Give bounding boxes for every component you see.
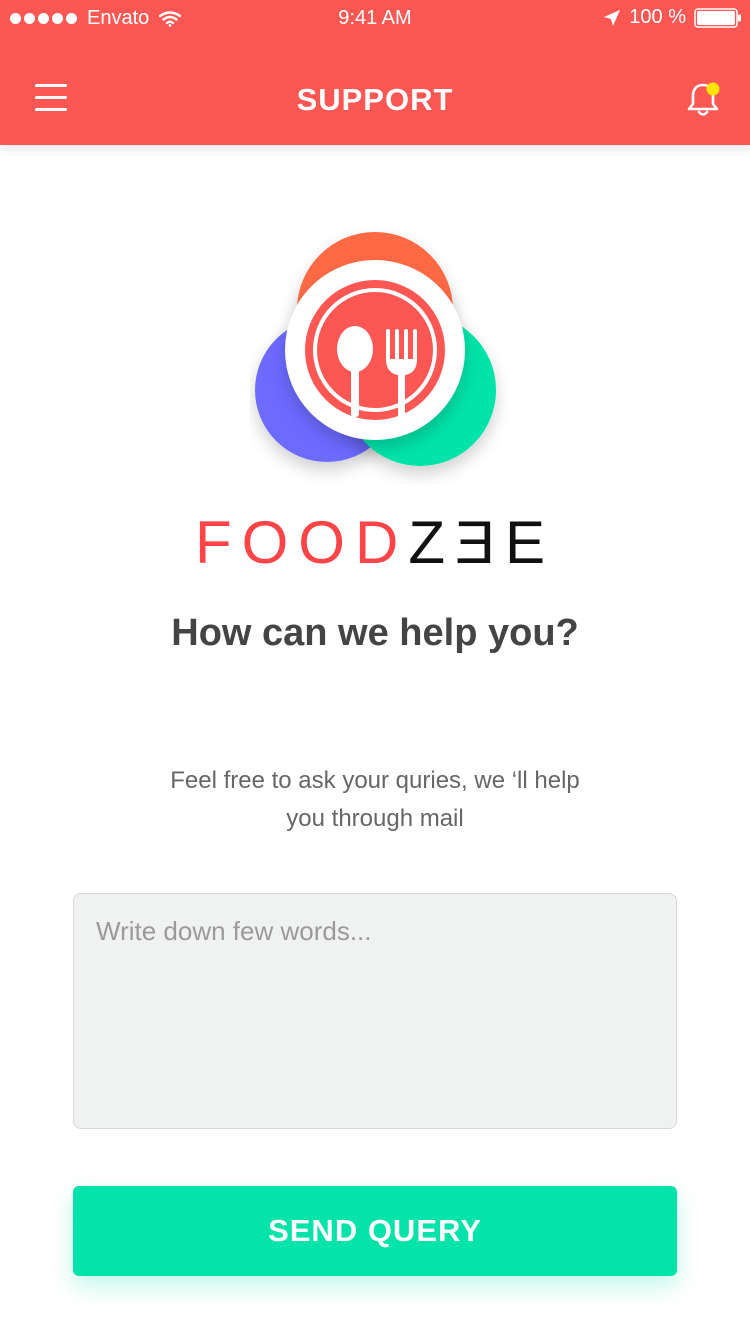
brand-part-zee: ZƎE (408, 509, 556, 576)
notification-dot (706, 82, 720, 96)
brand-wordmark: FOODZƎE (0, 508, 750, 578)
app-header: Envato 9:41 AM 100 % SUPPORT (0, 0, 750, 145)
status-right: 100 % (603, 6, 742, 29)
location-arrow-icon (604, 9, 621, 26)
bell-icon (687, 82, 720, 116)
foodzee-logo (255, 232, 496, 466)
page-title: SUPPORT (296, 82, 454, 117)
notification-button[interactable] (684, 80, 724, 120)
brand-part-food: FOOD (194, 509, 409, 576)
help-headline: How can we help you? (171, 612, 579, 654)
battery-percent: 100 % (629, 6, 686, 28)
help-description: Feel free to ask your quries, we ‘ll hel… (170, 767, 580, 832)
battery-icon (694, 7, 741, 28)
status-bar: Envato 9:41 AM 100 % (0, 0, 750, 40)
query-textarea[interactable] (73, 893, 677, 1129)
send-query-button[interactable]: SEND QUERY (73, 1186, 677, 1276)
